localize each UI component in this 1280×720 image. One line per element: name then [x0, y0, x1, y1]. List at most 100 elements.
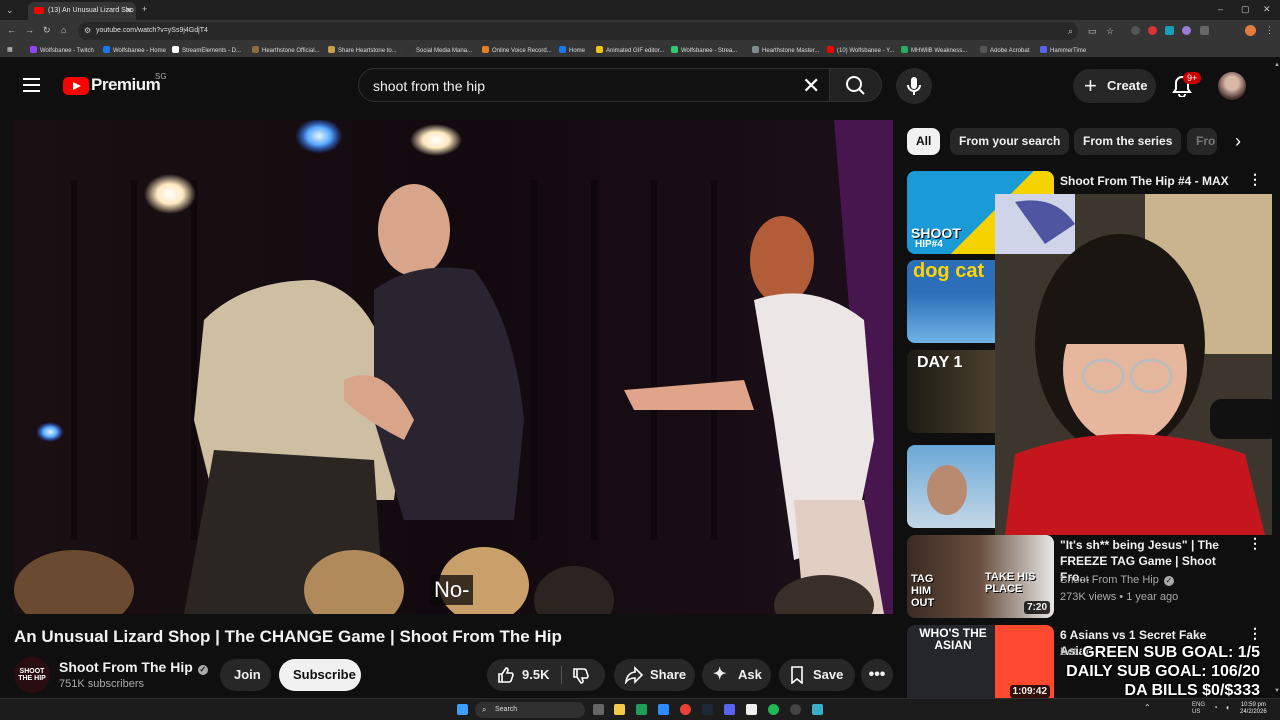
verified-icon: ✓ [197, 665, 208, 675]
share-button[interactable]: Share [614, 659, 695, 691]
bookmark-item[interactable]: Home [559, 46, 585, 54]
forward-icon[interactable]: → [25, 25, 34, 35]
youtube-logo-icon[interactable] [63, 77, 89, 95]
bookmark-item[interactable]: Social Media Mana... [406, 46, 472, 54]
channel-avatar[interactable]: SHOOT THE HIP [14, 657, 50, 693]
chip-from-your-search[interactable]: From your search [950, 128, 1070, 155]
rec-menu-icon[interactable]: ⋮ [1248, 626, 1262, 640]
file-explorer-icon[interactable] [614, 704, 625, 715]
rec-thumbnail[interactable]: TAG HIM OUT TAKE HIS PLACE 7:20 [907, 535, 1054, 618]
scroll-down-icon[interactable]: ▼ [1274, 688, 1280, 694]
steam-icon[interactable] [702, 704, 713, 715]
bookmark-item[interactable]: Adobe Acrobat [980, 46, 1029, 54]
address-bar[interactable]: ⚙ youtube.com/watch?v=ySs9j4GdjT4 ⌕ ▭ ☆ [78, 22, 1114, 40]
clear-search-icon[interactable]: ✕ [802, 73, 820, 99]
search-tab-icon[interactable]: ⌕ [1068, 22, 1073, 40]
volume-icon[interactable]: ◖ [1225, 703, 1230, 712]
back-icon[interactable]: ← [7, 25, 16, 35]
taskbar-clock[interactable]: 10:59 pm 24/2/2026 [1240, 702, 1267, 716]
chip-truncated[interactable]: Fro [1187, 128, 1217, 155]
extension-icon[interactable] [1165, 26, 1174, 35]
tab-list-icon[interactable]: ⌄ [6, 5, 14, 16]
bookmark-item[interactable]: Wolfsbanee - Twitch [30, 46, 94, 54]
spotify-icon[interactable] [768, 704, 779, 715]
rec-channel[interactable]: Shoot From The Hip ✓ [1060, 574, 1174, 586]
discord-icon[interactable] [724, 704, 735, 715]
maximize-icon[interactable]: ▢ [1241, 4, 1250, 15]
home-icon[interactable]: ⌂ [61, 25, 66, 35]
bookmark-favicon-icon [328, 46, 335, 53]
bookmark-item[interactable]: Animated GIF editor... [596, 46, 664, 54]
extension-icon[interactable] [1148, 26, 1157, 35]
profile-icon[interactable] [1245, 25, 1256, 36]
extension-icon[interactable] [1131, 26, 1140, 35]
bookmark-item[interactable]: Wolfsbanee - Strea... [671, 46, 737, 54]
excel-icon[interactable] [636, 704, 647, 715]
windows-start-icon[interactable] [457, 704, 468, 715]
ask-button[interactable]: ✦ Ask [702, 659, 771, 691]
rec-menu-icon[interactable]: ⋮ [1248, 536, 1262, 550]
wifi-icon[interactable]: ◔ [1213, 703, 1218, 712]
app-icon[interactable] [812, 704, 823, 715]
close-tab-icon[interactable]: ✕ [125, 2, 132, 20]
page-scrollbar[interactable]: ▲ ▼ [1272, 62, 1280, 698]
more-actions-button[interactable]: ••• [861, 659, 893, 691]
task-view-icon[interactable] [593, 704, 604, 715]
capcut-icon[interactable] [746, 704, 757, 715]
language-indicator[interactable]: ENG US [1192, 702, 1205, 716]
chip-all[interactable]: All [907, 128, 941, 155]
rec-thumbnail[interactable]: WHO'S THE ASIAN 1:09:42 [907, 625, 1054, 698]
reload-icon[interactable]: ↻ [43, 25, 51, 36]
chrome-icon[interactable] [680, 704, 691, 715]
search-button[interactable] [829, 68, 882, 102]
extension-icon[interactable] [1182, 26, 1191, 35]
rec-channel-name: Shoot From The Hip [1060, 574, 1159, 586]
bookmark-item[interactable]: MHWilB Weakness... [901, 46, 967, 54]
chevron-right-icon[interactable]: › [1226, 128, 1250, 155]
obs-icon[interactable] [790, 704, 801, 715]
search-input[interactable]: shoot from the hip ✕ [358, 68, 830, 102]
bookmark-item[interactable]: (10) Wolfsbanee - Y... [827, 46, 894, 54]
rec-menu-icon[interactable]: ⋮ [1248, 172, 1262, 186]
apps-grid-icon[interactable]: ▦ [7, 46, 13, 53]
channel-name[interactable]: Shoot From The Hip ✓ [59, 659, 208, 675]
zoom-icon[interactable] [658, 704, 669, 715]
bookmark-item[interactable]: HammerTime [1040, 46, 1086, 54]
subscribe-button[interactable]: Subscribe [279, 659, 361, 691]
taskbar-search[interactable]: ⌕ Search [475, 702, 585, 718]
cast-icon[interactable]: ▭ [1088, 22, 1097, 40]
site-info-icon[interactable]: ⚙ [84, 22, 91, 40]
voice-search-button[interactable] [896, 68, 932, 104]
create-button[interactable]: + Create [1073, 69, 1156, 103]
minimize-icon[interactable]: – [1218, 4, 1223, 14]
window-close-icon[interactable]: ✕ [1263, 4, 1271, 15]
tray-expand-icon[interactable]: ⌃ [1144, 703, 1151, 712]
video-player[interactable] [14, 120, 893, 614]
webcam-feed [995, 194, 1280, 535]
save-button[interactable]: Save [779, 659, 855, 691]
bookmark-item[interactable]: StreamElements - D... [172, 46, 241, 54]
new-tab-icon[interactable]: + [142, 4, 147, 14]
chip-from-the-series[interactable]: From the series [1074, 128, 1182, 155]
extensions-puzzle-icon[interactable] [1200, 26, 1209, 35]
like-count[interactable]: 9.5K [522, 659, 549, 691]
join-button[interactable]: Join [220, 659, 271, 691]
browser-tab-active[interactable]: (13) An Unusual Lizard Sho ✕ [28, 2, 136, 20]
scroll-up-icon[interactable]: ▲ [1274, 62, 1280, 68]
create-label: Create [1107, 78, 1148, 93]
menu-icon[interactable] [23, 78, 40, 92]
rec-title[interactable]: Shoot From The Hip #4 - MAX [1060, 173, 1240, 189]
account-avatar[interactable] [1218, 72, 1246, 100]
bookmark-item[interactable]: Hearthstone Official... [252, 46, 320, 54]
more-menu-icon[interactable]: ⋮ [1265, 25, 1274, 36]
bookmark-item[interactable]: Online Voice Record... [482, 46, 552, 54]
bookmark-item[interactable]: Wolfsbanee - Home [103, 46, 166, 54]
bookmark-item[interactable]: Share Heartstone to... [328, 46, 397, 54]
logo-text[interactable]: Premium [91, 75, 161, 95]
bookmark-star-icon[interactable]: ☆ [1106, 22, 1114, 40]
like-icon[interactable] [497, 666, 515, 684]
dislike-icon[interactable] [572, 667, 590, 685]
microphone-icon [907, 77, 921, 95]
ask-label: Ask [738, 667, 762, 682]
bookmark-item[interactable]: Hearthstone Master... [752, 46, 819, 54]
